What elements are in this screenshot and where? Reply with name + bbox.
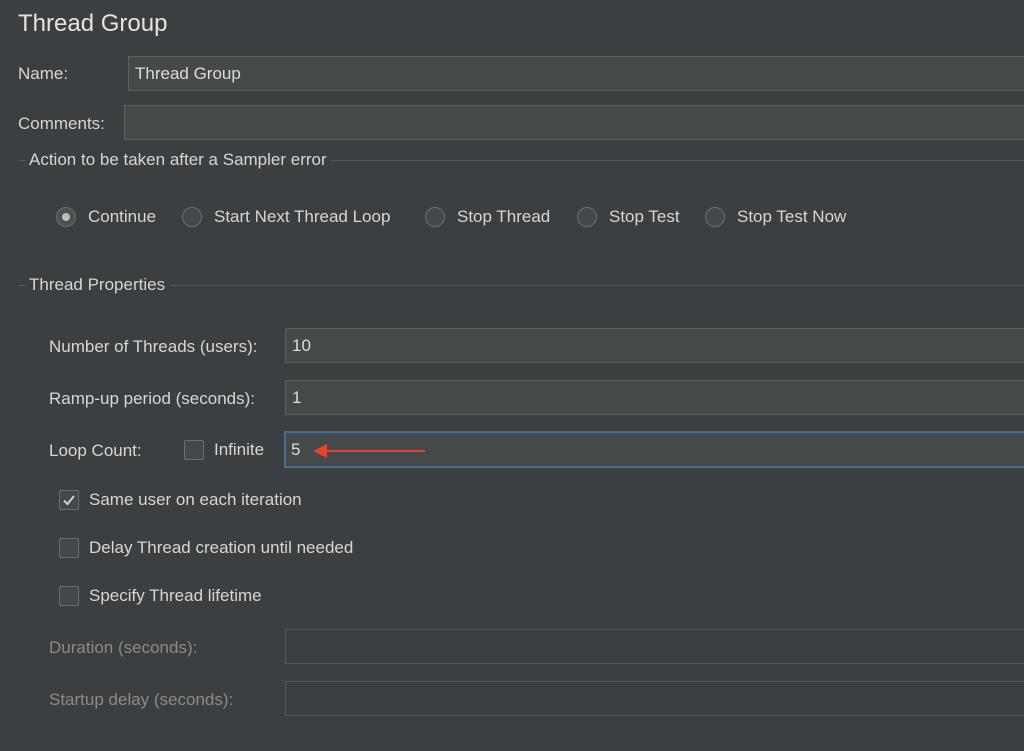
name-field[interactable]: Thread Group bbox=[128, 56, 1024, 91]
sampler-error-section-title: Action to be taken after a Sampler error bbox=[25, 150, 331, 170]
num-threads-value: 10 bbox=[292, 335, 311, 355]
radio-stop-test-now[interactable]: Stop Test Now bbox=[705, 207, 846, 227]
name-label: Name: bbox=[18, 64, 69, 83]
specify-lifetime-label: Specify Thread lifetime bbox=[89, 586, 262, 605]
same-user-checkbox[interactable]: Same user on each iteration bbox=[59, 490, 302, 510]
loop-count-value: 5 bbox=[291, 439, 301, 459]
radio-unselected-icon bbox=[425, 207, 445, 227]
comments-field[interactable] bbox=[124, 105, 1024, 140]
radio-unselected-icon bbox=[577, 207, 597, 227]
infinite-label: Infinite bbox=[214, 440, 265, 459]
duration-field[interactable] bbox=[285, 629, 1024, 664]
startup-delay-field[interactable] bbox=[285, 681, 1024, 716]
delay-thread-checkbox[interactable]: Delay Thread creation until needed bbox=[59, 538, 353, 558]
radio-start-next-thread-loop-label: Start Next Thread Loop bbox=[214, 207, 391, 226]
loop-count-label: Loop Count: bbox=[49, 441, 142, 460]
duration-label: Duration (seconds): bbox=[49, 638, 198, 657]
radio-stop-thread[interactable]: Stop Thread bbox=[425, 207, 550, 227]
radio-stop-test-now-label: Stop Test Now bbox=[737, 207, 847, 226]
infinite-checkbox[interactable]: Infinite bbox=[184, 440, 264, 460]
radio-selected-icon bbox=[56, 207, 76, 227]
radio-stop-thread-label: Stop Thread bbox=[457, 207, 551, 226]
radio-stop-test[interactable]: Stop Test bbox=[577, 207, 680, 227]
ramp-up-value: 1 bbox=[292, 387, 302, 407]
ramp-up-label: Ramp-up period (seconds): bbox=[49, 389, 255, 408]
checkbox-unchecked-icon bbox=[184, 440, 204, 460]
num-threads-field[interactable]: 10 bbox=[285, 328, 1024, 363]
thread-properties-section-title: Thread Properties bbox=[25, 275, 170, 295]
radio-start-next-thread-loop[interactable]: Start Next Thread Loop bbox=[182, 207, 390, 227]
arrow-left-icon bbox=[313, 444, 425, 458]
radio-unselected-icon bbox=[705, 207, 725, 227]
same-user-label: Same user on each iteration bbox=[89, 490, 302, 509]
checkmark-icon bbox=[59, 490, 79, 510]
name-field-value: Thread Group bbox=[135, 63, 241, 83]
startup-delay-label: Startup delay (seconds): bbox=[49, 690, 234, 709]
radio-continue-label: Continue bbox=[88, 207, 157, 226]
comments-label: Comments: bbox=[18, 114, 105, 133]
delay-thread-label: Delay Thread creation until needed bbox=[89, 538, 354, 557]
ramp-up-field[interactable]: 1 bbox=[285, 380, 1024, 415]
panel-title: Thread Group bbox=[18, 10, 168, 37]
num-threads-label: Number of Threads (users): bbox=[49, 337, 258, 356]
radio-continue[interactable]: Continue bbox=[56, 207, 156, 227]
checkbox-unchecked-icon bbox=[59, 538, 79, 558]
checkbox-unchecked-icon bbox=[59, 586, 79, 606]
radio-unselected-icon bbox=[182, 207, 202, 227]
radio-stop-test-label: Stop Test bbox=[609, 207, 680, 226]
specify-lifetime-checkbox[interactable]: Specify Thread lifetime bbox=[59, 586, 262, 606]
